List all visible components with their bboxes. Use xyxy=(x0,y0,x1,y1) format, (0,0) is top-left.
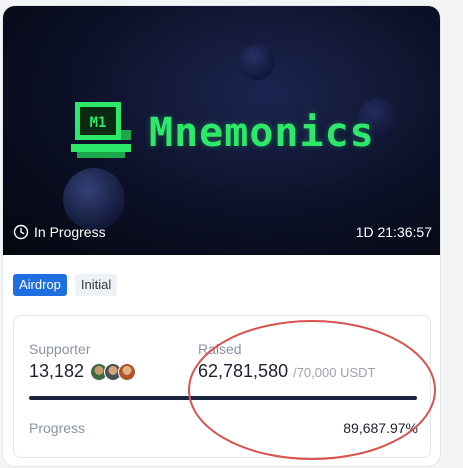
supporter-count: 13,182 xyxy=(29,361,85,381)
logo-mark-text: M1 xyxy=(90,115,107,131)
progress-bar xyxy=(29,396,417,400)
progress-bar-fill xyxy=(29,396,417,400)
supporter-label: Supporter xyxy=(29,341,91,357)
decorative-orb xyxy=(63,168,125,230)
avatar xyxy=(118,362,137,381)
status-text: In Progress xyxy=(34,224,106,240)
tag-initial[interactable]: Initial xyxy=(74,274,118,296)
tag-list: Airdrop Initial xyxy=(13,274,118,296)
logo-wordmark: Mnemonics xyxy=(149,110,375,156)
project-card[interactable]: M1 Mnemonics In Progress 1D 21:36:57 Air… xyxy=(3,6,440,466)
supporter-value: 13,182 xyxy=(29,361,137,382)
computer-logo-icon: M1 xyxy=(71,102,131,158)
project-banner[interactable]: M1 Mnemonics In Progress 1D 21:36:57 xyxy=(3,6,440,255)
progress-percent: 89,687.97% xyxy=(343,420,418,436)
clock-icon xyxy=(13,224,29,240)
progress-label: Progress xyxy=(29,420,86,436)
countdown-timer: 1D 21:36:57 xyxy=(355,224,432,240)
decorative-orb xyxy=(239,44,275,80)
raised-amount: 62,781,580 xyxy=(198,361,289,381)
supporter-avatars[interactable] xyxy=(90,362,137,381)
raised-value: 62,781,580 /70,000 USDT xyxy=(198,361,375,382)
raised-goal: /70,000 USDT xyxy=(293,365,376,380)
stats-panel: Supporter Raised 13,182 62,781,580 /70,0… xyxy=(13,315,431,458)
status-indicator: In Progress xyxy=(13,224,106,240)
raised-label: Raised xyxy=(198,341,242,357)
tag-airdrop[interactable]: Airdrop xyxy=(13,274,67,296)
